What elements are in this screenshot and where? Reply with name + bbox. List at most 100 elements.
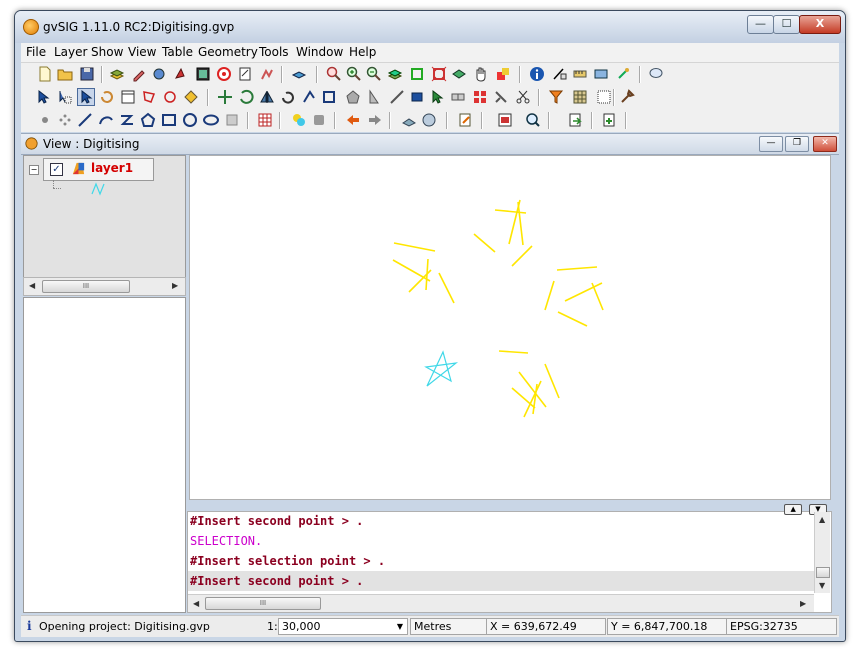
overview-icon[interactable] <box>401 112 417 128</box>
insert-point-icon[interactable] <box>37 112 53 128</box>
select-buffer-icon[interactable] <box>183 89 199 105</box>
minimize-button[interactable]: — <box>747 15 774 34</box>
tree-collapse-toggle[interactable]: − <box>29 165 39 175</box>
target-icon[interactable] <box>216 66 232 82</box>
layer-grid-icon[interactable] <box>572 89 588 105</box>
info-icon[interactable] <box>529 66 545 82</box>
chevron-down-icon[interactable]: ▼ <box>397 619 403 634</box>
console-horizontal-scrollbar[interactable]: ◀ III ▶ <box>188 594 814 612</box>
attribute-table-icon[interactable] <box>257 112 273 128</box>
view-close-button[interactable]: ✕ <box>813 136 837 152</box>
export-icon[interactable] <box>567 112 583 128</box>
view-minimize-button[interactable]: — <box>759 136 783 152</box>
scroll-down-arrow[interactable]: ▼ <box>819 581 825 590</box>
view-restore-button[interactable]: ❐ <box>785 136 809 152</box>
draw-line-icon[interactable] <box>389 89 405 105</box>
add-document-icon[interactable] <box>601 112 617 128</box>
toc-horizontal-scrollbar[interactable]: ◀ III ▶ <box>23 277 186 296</box>
insert-polygon-icon[interactable] <box>140 112 156 128</box>
insert-circle-icon[interactable] <box>182 112 198 128</box>
autocomplete-polygon-icon[interactable] <box>224 112 240 128</box>
filter-icon[interactable] <box>548 89 564 105</box>
labels-icon[interactable] <box>311 112 327 128</box>
stretch-icon[interactable] <box>367 89 383 105</box>
geoprocess-icon[interactable] <box>421 112 437 128</box>
zoom-in-icon[interactable] <box>346 66 362 82</box>
split-icon[interactable] <box>493 89 509 105</box>
star-geometry[interactable] <box>424 350 459 387</box>
insert-multipoint-icon[interactable] <box>57 112 73 128</box>
scale-combobox[interactable]: 30,000 ▼ <box>278 618 408 635</box>
explode-icon[interactable] <box>472 89 488 105</box>
graph-tool-icon[interactable] <box>259 66 275 82</box>
save-project-icon[interactable] <box>79 66 95 82</box>
join-icon[interactable] <box>450 89 466 105</box>
redo-arrow-icon[interactable] <box>367 112 383 128</box>
full-extent-icon[interactable] <box>387 66 403 82</box>
layer-visibility-checkbox[interactable]: ✓ <box>50 163 63 176</box>
scroll-up-arrow[interactable]: ▲ <box>819 515 825 524</box>
menu-help[interactable]: Help <box>349 45 376 59</box>
console-expand-button[interactable]: ▲ <box>784 504 803 515</box>
insert-polyline-icon[interactable] <box>119 112 135 128</box>
edit-document-icon[interactable] <box>457 112 473 128</box>
tooltip-icon[interactable] <box>648 66 664 82</box>
locator-map-icon[interactable] <box>495 66 511 82</box>
measure-distance-icon[interactable] <box>551 66 567 82</box>
cursor-select-icon[interactable] <box>429 89 445 105</box>
menu-table[interactable]: Table <box>162 45 193 59</box>
polygon-shape-icon[interactable] <box>345 89 361 105</box>
scroll-right-arrow[interactable]: ▶ <box>800 599 806 608</box>
menu-layer[interactable]: Layer <box>54 45 87 59</box>
table-window-icon[interactable] <box>120 89 136 105</box>
scroll-left-arrow[interactable]: ◀ <box>193 599 199 608</box>
undo-rotate-icon[interactable] <box>280 89 296 105</box>
edit-layer-icon[interactable] <box>131 66 147 82</box>
map-layout-icon[interactable] <box>497 112 513 128</box>
insert-line-icon[interactable] <box>77 112 93 128</box>
insert-arc-icon[interactable] <box>98 112 114 128</box>
edit-note-icon[interactable] <box>237 66 253 82</box>
menu-geometry[interactable]: Geometry <box>198 45 258 59</box>
map-canvas[interactable] <box>189 155 831 500</box>
new-project-icon[interactable] <box>37 66 53 82</box>
close-button[interactable]: X <box>799 15 841 34</box>
locator-icon[interactable] <box>172 66 188 82</box>
console-input-line[interactable]: #Insert second point > . <box>190 574 363 588</box>
map-frame-icon[interactable] <box>195 66 211 82</box>
toc-scroll-thumb[interactable]: III <box>42 280 130 293</box>
hyperlink-icon[interactable] <box>615 66 631 82</box>
select-by-rectangle-icon[interactable] <box>57 89 73 105</box>
menu-view[interactable]: View <box>128 45 156 59</box>
ruler-icon[interactable] <box>593 66 609 82</box>
zoom-out-icon[interactable] <box>366 66 382 82</box>
console-scroll-thumb[interactable]: III <box>205 597 321 610</box>
pan-hand-icon[interactable] <box>473 66 489 82</box>
search-zoom-icon[interactable] <box>525 112 541 128</box>
zoom-extent-icon[interactable] <box>431 66 447 82</box>
zoom-to-selection-icon[interactable] <box>409 66 425 82</box>
network-icon[interactable] <box>151 66 167 82</box>
select-by-polygon-icon[interactable] <box>141 89 157 105</box>
console-vertical-scrollbar[interactable]: ▲ ▼ <box>814 512 830 593</box>
menu-show[interactable]: Show <box>91 45 123 59</box>
tools-icon[interactable] <box>619 89 635 105</box>
layer-name[interactable]: layer1 <box>91 161 133 175</box>
measure-area-icon[interactable] <box>572 66 588 82</box>
add-layer-icon[interactable] <box>109 66 125 82</box>
insert-ellipse-icon[interactable] <box>203 112 219 128</box>
insert-rectangle-icon[interactable] <box>161 112 177 128</box>
select-arrow-icon[interactable] <box>35 89 51 105</box>
move-icon[interactable] <box>217 89 233 105</box>
zoom-icon[interactable] <box>326 66 342 82</box>
console-vscroll-thumb[interactable] <box>816 567 830 578</box>
menu-file[interactable]: File <box>26 45 46 59</box>
menu-window[interactable]: Window <box>296 45 343 59</box>
rotate-icon[interactable] <box>99 89 115 105</box>
layer-properties-icon[interactable] <box>291 66 307 82</box>
add-polygon-icon[interactable] <box>409 89 425 105</box>
maximize-button[interactable]: ☐ <box>773 15 800 34</box>
open-project-icon[interactable] <box>57 66 73 82</box>
cut-icon[interactable] <box>515 89 531 105</box>
undo-arrow-icon[interactable] <box>345 112 361 128</box>
